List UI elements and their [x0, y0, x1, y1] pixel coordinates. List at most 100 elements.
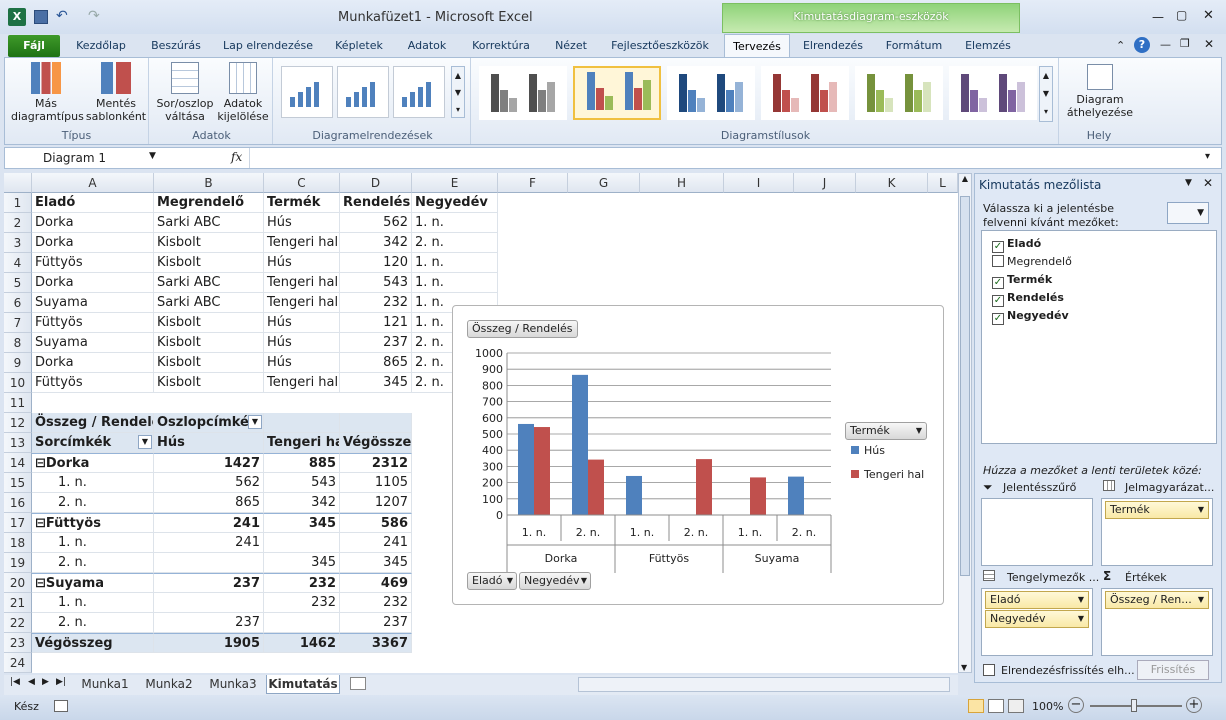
axis-fields-zone[interactable]: Eladó ▼ Negyedév ▼ — [981, 588, 1093, 656]
row-header[interactable]: 13 — [4, 433, 32, 453]
cell[interactable]: 1462 — [264, 633, 340, 653]
redo-icon[interactable]: ↷ — [88, 8, 100, 24]
cell[interactable]: 1427 — [154, 453, 264, 473]
formula-input[interactable] — [249, 148, 1203, 168]
cell[interactable]: 241 — [340, 533, 412, 553]
field-item-seller[interactable]: ✓ Eladó — [992, 235, 1041, 253]
cell[interactable]: 1905 — [154, 633, 264, 653]
cell[interactable]: Dorka — [32, 273, 154, 293]
tab-developer[interactable]: Fejlesztőeszközök — [602, 34, 718, 58]
cell[interactable]: Tengeri hal — [264, 293, 340, 313]
row-header[interactable]: 24 — [4, 653, 32, 673]
cell[interactable]: Sarki ABC — [154, 293, 264, 313]
cell[interactable]: Füttyös — [32, 313, 154, 333]
sheet-tab-kimutatas[interactable]: Kimutatás — [266, 675, 340, 694]
cell[interactable]: Hús — [264, 353, 340, 373]
chart-layout-1[interactable] — [281, 66, 333, 118]
name-box[interactable]: Diagram 1 — [9, 150, 159, 166]
cell[interactable]: 237 — [154, 613, 264, 633]
row-header[interactable]: 1 — [4, 193, 32, 213]
legend-fields-zone[interactable]: Termék ▼ — [1101, 498, 1213, 566]
field-item-quarter[interactable]: ✓ Negyedév — [992, 307, 1069, 325]
cell[interactable]: Végösszeg — [340, 433, 412, 453]
cell[interactable]: Kisbolt — [154, 353, 264, 373]
column-labels-filter-icon[interactable]: ▼ — [248, 415, 262, 429]
cell[interactable]: Végösszeg — [32, 633, 154, 653]
cell[interactable]: 232 — [264, 573, 340, 593]
column-header[interactable]: K — [856, 173, 928, 193]
values-zone[interactable]: Összeg / Ren... ▼ — [1101, 588, 1213, 656]
values-zone-item-sum[interactable]: Összeg / Ren... ▼ — [1105, 591, 1209, 609]
cell[interactable]: Füttyös — [32, 373, 154, 393]
function-icon[interactable]: fx — [231, 150, 242, 164]
cell[interactable]: Eladó — [32, 193, 154, 213]
cell[interactable]: 232 — [340, 593, 412, 613]
page-break-view-icon[interactable] — [1008, 699, 1024, 713]
cell[interactable]: 586 — [340, 513, 412, 533]
cell[interactable]: Hús — [264, 253, 340, 273]
column-header[interactable]: F — [498, 173, 568, 193]
scroll-up-icon[interactable]: ▲ — [959, 174, 971, 183]
row-header[interactable]: 18 — [4, 533, 32, 553]
tab-format[interactable]: Formátum — [876, 34, 952, 58]
cell[interactable]: 232 — [340, 293, 412, 313]
tab-nav-prev-icon[interactable]: ◀ — [28, 677, 35, 687]
cell[interactable]: Kisbolt — [154, 313, 264, 333]
cell[interactable]: 345 — [264, 513, 340, 533]
cell[interactable] — [154, 593, 264, 613]
help-icon[interactable]: ? — [1134, 37, 1150, 53]
workbook-close-button[interactable]: ✕ — [1204, 37, 1214, 51]
field-layout-button[interactable]: ▼ — [1167, 202, 1209, 224]
cell[interactable]: Tengeri hal — [264, 273, 340, 293]
row-header[interactable]: 10 — [4, 373, 32, 393]
cell[interactable]: 237 — [340, 613, 412, 633]
maximize-button[interactable]: ▢ — [1176, 8, 1187, 22]
cell[interactable]: 121 — [340, 313, 412, 333]
cell[interactable]: ⊟Suyama — [32, 573, 154, 593]
column-header[interactable]: J — [794, 173, 856, 193]
undo-icon[interactable]: ↶ — [56, 8, 68, 24]
sheet-tab-munka1[interactable]: Munka1 — [76, 675, 134, 694]
row-header[interactable]: 4 — [4, 253, 32, 273]
column-header[interactable]: D — [340, 173, 412, 193]
column-header[interactable]: L — [928, 173, 958, 193]
column-header[interactable]: G — [568, 173, 640, 193]
row-header[interactable]: 15 — [4, 473, 32, 493]
chart-layout-3[interactable] — [393, 66, 445, 118]
row-header[interactable]: 11 — [4, 393, 32, 413]
cell[interactable]: Dorka — [32, 233, 154, 253]
cell[interactable]: Rendelés — [340, 193, 412, 213]
tab-analyze[interactable]: Elemzés — [958, 34, 1018, 58]
cell[interactable]: 345 — [340, 553, 412, 573]
cell[interactable]: 885 — [264, 453, 340, 473]
cell[interactable]: 237 — [154, 573, 264, 593]
column-header[interactable]: A — [32, 173, 154, 193]
cell[interactable] — [154, 553, 264, 573]
cell[interactable]: Kisbolt — [154, 373, 264, 393]
cell[interactable]: 342 — [264, 493, 340, 513]
field-item-product[interactable]: ✓ Termék — [992, 271, 1052, 289]
axis-field-button-seller[interactable]: Eladó ▼ — [467, 572, 517, 590]
cell[interactable]: Kisbolt — [154, 233, 264, 253]
report-filter-zone[interactable] — [981, 498, 1093, 566]
tab-formulas[interactable]: Képletek — [326, 34, 392, 58]
cell[interactable]: 1. n. — [412, 213, 498, 233]
zoom-level[interactable]: 100% — [1032, 700, 1063, 713]
tab-nav-last-icon[interactable]: ▶| — [56, 677, 66, 687]
cell[interactable]: 469 — [340, 573, 412, 593]
save-as-template-button[interactable]: Mentés sablonként — [85, 62, 147, 123]
cell[interactable]: 241 — [154, 533, 264, 553]
cell[interactable]: 237 — [340, 333, 412, 353]
values-zone-dropdown-icon[interactable]: ▼ — [1198, 592, 1204, 608]
cell[interactable]: 232 — [264, 593, 340, 613]
row-header[interactable]: 2 — [4, 213, 32, 233]
chart-style-5[interactable] — [855, 66, 943, 120]
field-item-customer[interactable]: Megrendelő — [992, 253, 1072, 271]
tab-nav-next-icon[interactable]: ▶ — [42, 677, 49, 687]
cell[interactable] — [340, 413, 412, 433]
macro-record-icon[interactable] — [54, 700, 68, 712]
select-data-button[interactable]: Adatok kijelölése — [215, 62, 271, 123]
cell[interactable]: 2312 — [340, 453, 412, 473]
layouts-scroll-icon[interactable]: ▲ ▼ ▾ — [451, 66, 465, 118]
zoom-in-button[interactable]: + — [1186, 697, 1202, 713]
